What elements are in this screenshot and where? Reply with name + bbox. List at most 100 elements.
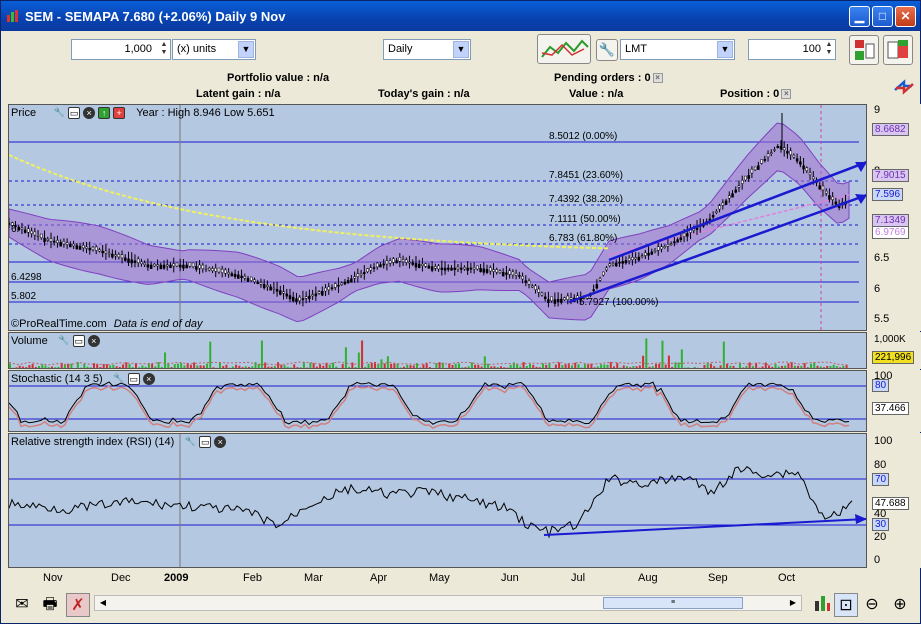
volume-bar <box>128 364 131 368</box>
candle-body <box>776 146 779 148</box>
candle-body <box>411 262 414 265</box>
no-trade-icon[interactable]: ✗ <box>66 593 90 617</box>
chevron-down-icon[interactable]: ▼ <box>238 41 254 58</box>
order-quantity-spinner[interactable]: ▲ ▼ <box>824 41 834 58</box>
candle-body <box>802 165 805 170</box>
buy-sell-button[interactable] <box>849 35 879 65</box>
rsi-panel[interactable]: Relative strength index (RSI) (14) 🔧 ▭ × <box>8 433 867 568</box>
rsi-panel-header: Relative strength index (RSI) (14) 🔧 ▭ × <box>11 436 227 449</box>
zoom-out-icon[interactable]: ⊖ <box>860 593 884 617</box>
quantity-spinner[interactable]: ▲ ▼ <box>159 41 169 58</box>
stochastic-panel[interactable]: Stochastic (14 3 5) 🔧 ▭ × <box>8 370 867 432</box>
volume-bar <box>364 366 367 368</box>
close-icon[interactable]: × <box>214 436 227 449</box>
candle-body <box>421 263 424 266</box>
add-indicator-icon[interactable]: ↑ <box>98 107 111 120</box>
volume-bar <box>89 367 92 368</box>
copyright-footer: ©ProRealTime.com Data is end of day <box>11 318 202 330</box>
window-icon[interactable]: ▭ <box>72 335 85 348</box>
volume-bar <box>390 363 393 368</box>
candle-body <box>201 264 205 270</box>
wrench-icon[interactable]: 🔧 <box>184 436 196 448</box>
mail-icon[interactable]: ✉ <box>10 593 34 617</box>
volume-panel[interactable]: Volume 🔧 ▭ × <box>8 332 867 369</box>
volume-bar <box>270 366 273 368</box>
candle-body <box>230 273 234 277</box>
close-icon[interactable]: × <box>83 107 96 120</box>
close-icon[interactable]: × <box>652 73 663 84</box>
period-select[interactable]: Daily ▼ <box>383 39 471 60</box>
scroll-right-icon[interactable]: ▶ <box>786 596 800 610</box>
window-icon[interactable]: ▭ <box>199 436 212 449</box>
candle-body <box>33 231 37 236</box>
volume-bar <box>180 362 183 368</box>
candle-body <box>227 272 230 275</box>
toolbar: 1,000 ▲ ▼ (x) units ▼ Daily ▼ 🔧 LMT ▼ 100 ▲ ▼ <box>2 31 919 70</box>
order-book-button[interactable] <box>883 35 913 65</box>
maximize-button[interactable]: □ <box>872 6 893 27</box>
date-label: Feb <box>243 572 262 584</box>
drawing-tools-icon[interactable] <box>810 593 834 617</box>
volume-bar <box>535 366 538 368</box>
date-label: Nov <box>43 572 63 584</box>
chevron-down-icon[interactable]: ▼ <box>453 41 469 58</box>
wrench-icon[interactable]: 🔧 <box>113 373 125 385</box>
candle-body <box>650 251 654 255</box>
close-icon[interactable]: × <box>142 373 155 386</box>
volume-bar <box>706 362 709 368</box>
volume-bar <box>658 363 661 368</box>
candle-body <box>472 267 476 270</box>
candle-body <box>501 271 505 277</box>
close-icon[interactable]: × <box>781 89 792 100</box>
chart-type-button[interactable] <box>537 34 591 64</box>
print-icon[interactable]: 🖶 <box>38 593 62 617</box>
candle-body <box>524 280 528 283</box>
volume-bar <box>238 365 241 368</box>
window-icon[interactable]: ▭ <box>68 107 81 120</box>
candle-body <box>560 298 563 303</box>
candle-body <box>114 254 117 257</box>
close-icon[interactable]: × <box>87 335 100 348</box>
order-quantity-input[interactable]: 100 ▲ ▼ <box>748 39 836 60</box>
quantity-input[interactable]: 1,000 ▲ ▼ <box>71 39 171 60</box>
candle-body <box>185 264 188 269</box>
date-label: May <box>429 572 450 584</box>
volume-bar <box>383 363 386 368</box>
scrollbar-thumb[interactable]: ≡ <box>603 597 743 609</box>
volume-bar <box>713 366 716 368</box>
wrench-icon[interactable]: 🔧 <box>53 107 65 119</box>
candle-body <box>711 215 715 218</box>
price-panel[interactable]: Price 🔧 ▭ × ↑ + Year : High 8.946 Low 5.651 … <box>8 104 867 331</box>
candle-body <box>269 286 272 291</box>
candle-body <box>824 190 828 194</box>
candle-body <box>463 267 466 270</box>
candle-body <box>46 238 50 241</box>
scroll-left-icon[interactable]: ◀ <box>96 596 110 610</box>
zoom-box-icon[interactable]: ⊡ <box>834 593 858 617</box>
chevron-down-icon[interactable]: ▼ <box>717 41 733 58</box>
units-select[interactable]: (x) units ▼ <box>172 39 256 60</box>
volume-bar <box>86 366 89 368</box>
rsi-70-tag: 70 <box>872 473 890 486</box>
wrench-icon[interactable]: 🔧 <box>58 335 70 347</box>
volume-bar <box>822 367 825 368</box>
volume-bar <box>144 366 147 368</box>
zoom-in-icon[interactable]: ⊕ <box>888 593 912 617</box>
volume-tag: 221,996 <box>872 351 915 364</box>
candle-body <box>272 287 276 290</box>
fib-label: 6.783 (61.80%) <box>549 233 618 244</box>
volume-bar <box>596 366 599 368</box>
volume-bar <box>680 349 683 368</box>
add-price-icon[interactable]: + <box>113 107 126 120</box>
window-icon[interactable]: ▭ <box>127 373 140 386</box>
minimize-button[interactable]: ▁ <box>849 6 870 27</box>
candle-body <box>540 292 544 296</box>
close-button[interactable]: ✕ <box>895 6 916 27</box>
refresh-arrows-icon[interactable] <box>892 76 916 98</box>
candle-body <box>731 193 734 198</box>
horizontal-scrollbar[interactable]: ◀ ≡ ▶ <box>94 595 802 611</box>
candle-body <box>191 262 195 268</box>
order-settings-button[interactable]: 🔧 <box>596 39 618 61</box>
order-type-select[interactable]: LMT ▼ <box>620 39 735 60</box>
candle-body <box>770 152 773 154</box>
